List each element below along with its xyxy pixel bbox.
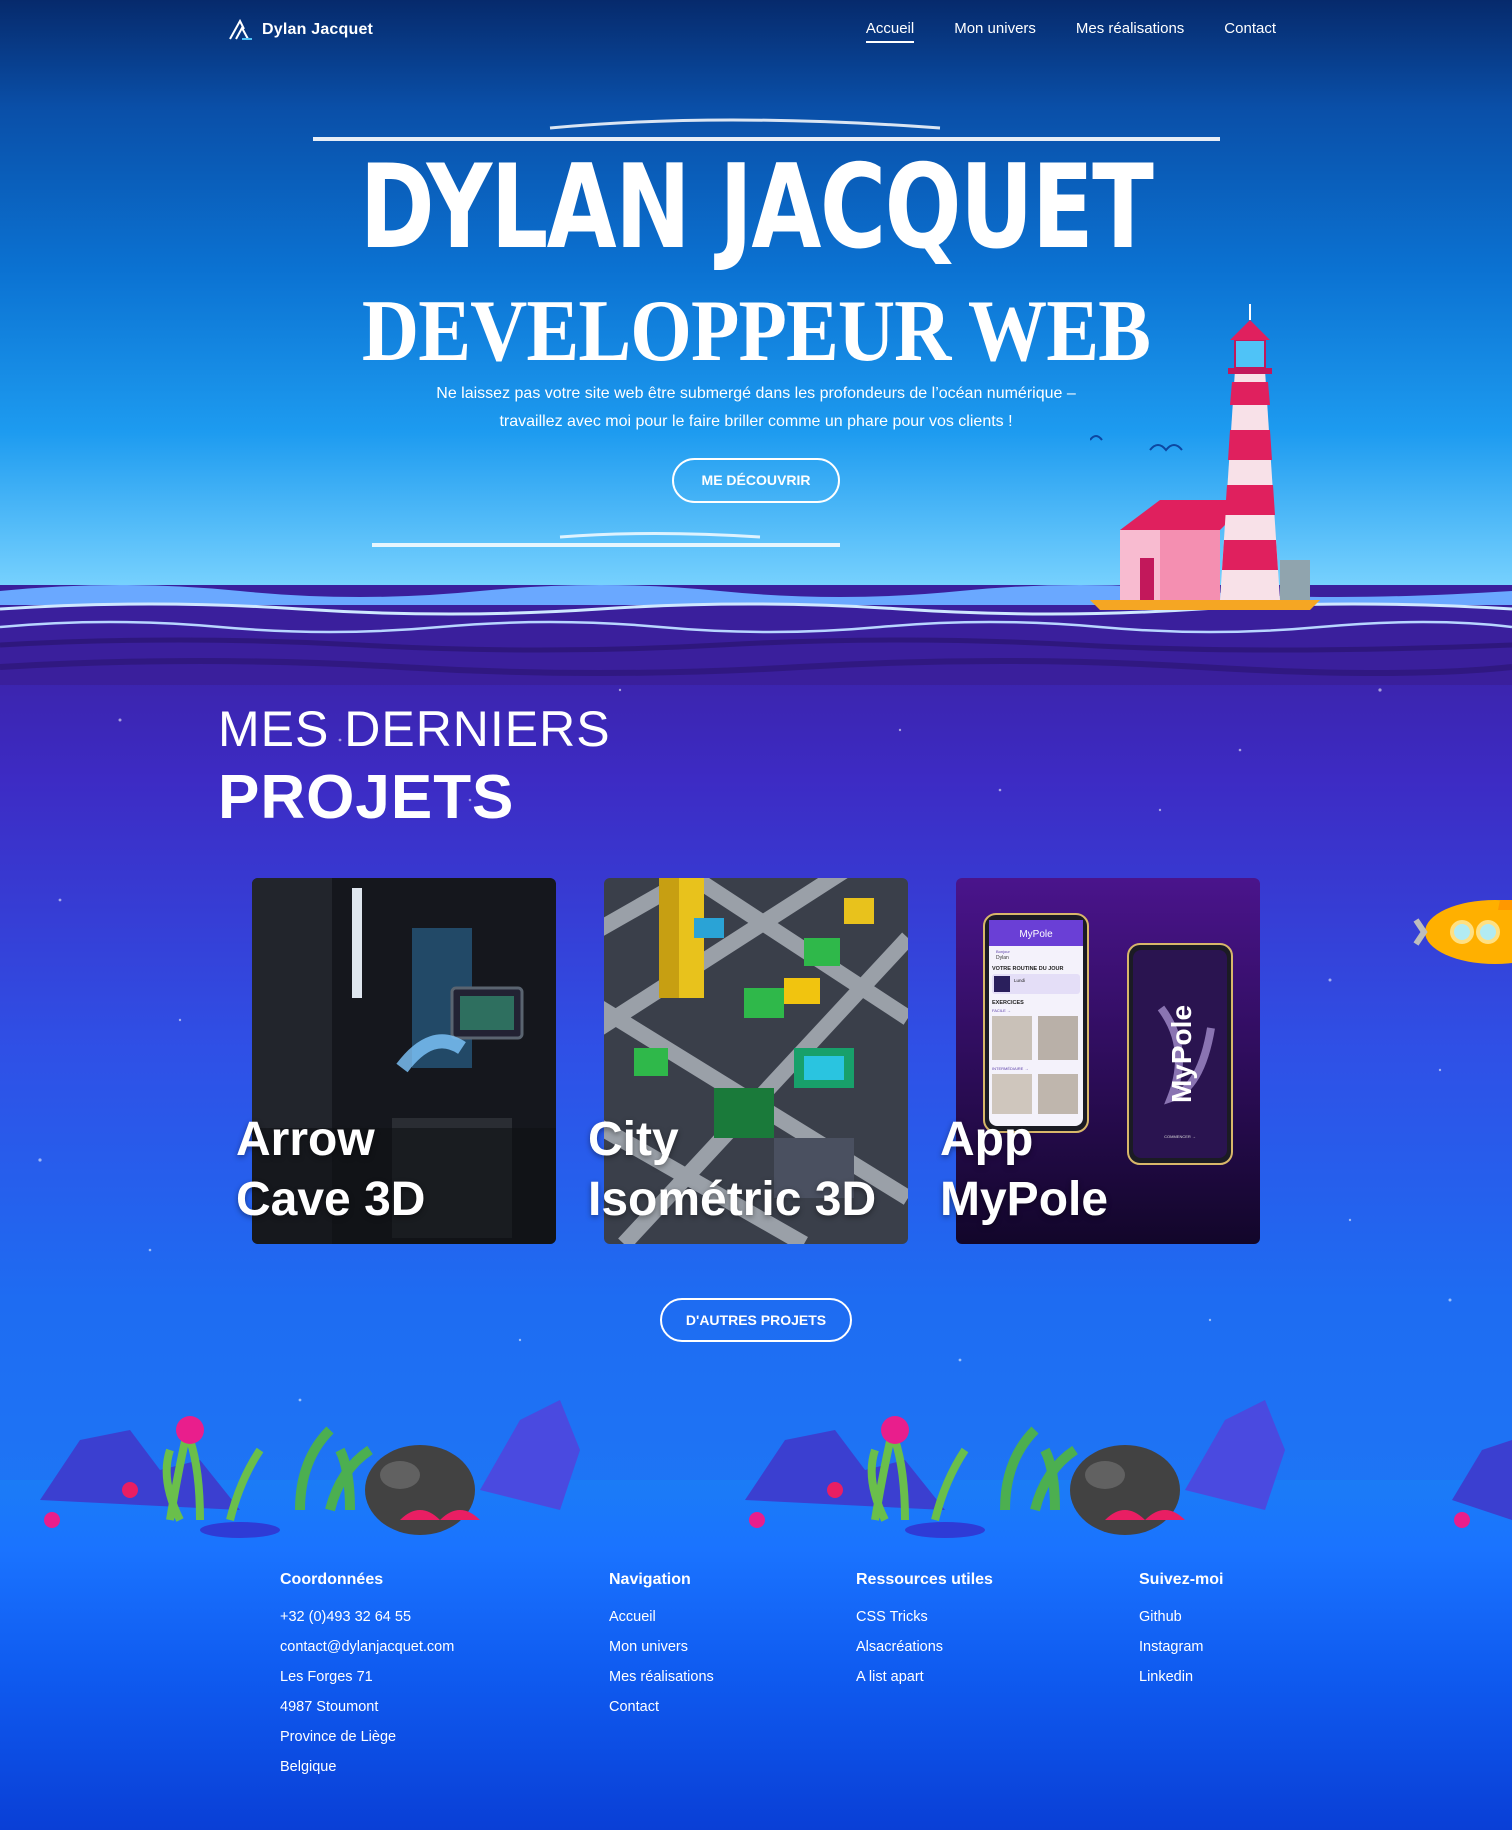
card-title: App MyPole xyxy=(940,1110,1108,1230)
footer-address-province: Province de Liège xyxy=(280,1729,397,1745)
submarine-illustration xyxy=(1413,900,1512,964)
footer-address-street: Les Forges 71 xyxy=(280,1669,373,1685)
card-title: City Isométric 3D xyxy=(588,1110,876,1230)
main-menu: Accueil Mon univers Mes réalisations Con… xyxy=(865,20,1276,43)
footer-link-mon-univers[interactable]: Mon univers xyxy=(609,1632,714,1662)
card-title-line-1: App xyxy=(940,1113,1034,1166)
card-title: Arrow Cave 3D xyxy=(236,1110,425,1230)
mockup-routine: VOTRE ROUTINE DU JOUR xyxy=(992,966,1064,972)
card-title-line-1: City xyxy=(588,1113,679,1166)
footer-link-instagram[interactable]: Instagram xyxy=(1139,1632,1223,1662)
footer-social: Suivez-moi Github Instagram Linkedin xyxy=(1139,1570,1223,1692)
hero-title: DYLAN JACQUET xyxy=(359,140,1154,275)
footer-resources-title: Ressources utiles xyxy=(856,1571,993,1588)
more-projects-button[interactable]: D'AUTRES PROJETS xyxy=(660,1298,852,1342)
discover-button[interactable]: ME DÉCOUVRIR xyxy=(672,458,840,503)
project-card-arrow-cave[interactable]: Arrow Cave 3D xyxy=(236,878,556,1244)
mockup-start: COMMENCER → xyxy=(1164,1134,1196,1139)
footer-link-github[interactable]: Github xyxy=(1139,1602,1223,1632)
footer-link-accueil[interactable]: Accueil xyxy=(609,1602,714,1632)
hero-description-line-2: travaillez avec moi pour le faire brille… xyxy=(499,413,1013,430)
nav-accueil[interactable]: Accueil xyxy=(865,20,915,43)
project-card-app-mypole[interactable]: MyPole Bonjour Dylan VOTRE ROUTINE DU JO… xyxy=(940,878,1260,1244)
footer-address-city: 4987 Stoumont xyxy=(280,1699,379,1715)
card-title-line-1: Arrow xyxy=(236,1113,375,1166)
brand-logo-icon xyxy=(229,19,252,40)
footer-link-css-tricks[interactable]: CSS Tricks xyxy=(856,1602,993,1632)
footer-email[interactable]: contact@dylanjacquet.com xyxy=(280,1632,454,1662)
nav-mon-univers[interactable]: Mon univers xyxy=(954,20,1036,43)
seabed-reef-illustration xyxy=(40,1380,1512,1540)
mockup-exercises: EXERCICES xyxy=(992,1000,1024,1006)
card-title-line-2: Isométric 3D xyxy=(588,1173,877,1226)
footer-address-country: Belgique xyxy=(280,1759,337,1775)
mockup-level-easy: FACILE → xyxy=(992,1008,1011,1013)
mockup-greeting-small: Bonjour xyxy=(996,949,1010,954)
mockup-routine-day: Lundi xyxy=(1014,978,1025,983)
mockup-app-logo: MyPole xyxy=(1166,1005,1197,1103)
footer-link-alsacreations[interactable]: Alsacréations xyxy=(856,1632,993,1662)
hero-subtitle: DEVELOPPEUR WEB xyxy=(361,283,1151,380)
footer: Coordonnées +32 (0)493 32 64 55 contact@… xyxy=(0,1560,1512,1830)
project-cards: Arrow Cave 3D City Isométric 3D MyPole B… xyxy=(236,878,1262,1244)
footer-contact-title: Coordonnées xyxy=(280,1571,384,1588)
nav-mes-realisations[interactable]: Mes réalisations xyxy=(1076,20,1184,43)
mockup-greeting-name: Dylan xyxy=(996,955,1009,961)
footer-social-title: Suivez-moi xyxy=(1139,1571,1224,1588)
footer-link-a-list-apart[interactable]: A list apart xyxy=(856,1662,993,1692)
hero-description: Ne laissez pas votre site web être subme… xyxy=(356,380,1156,436)
hero-description-line-1: Ne laissez pas votre site web être subme… xyxy=(436,385,1076,402)
footer-link-contact[interactable]: Contact xyxy=(609,1692,714,1722)
footer-link-mes-realisations[interactable]: Mes réalisations xyxy=(609,1662,714,1692)
footer-navigation: Navigation Accueil Mon univers Mes réali… xyxy=(609,1570,714,1722)
project-card-city-isometric[interactable]: City Isométric 3D xyxy=(588,878,908,1244)
footer-contact: Coordonnées +32 (0)493 32 64 55 contact@… xyxy=(280,1570,454,1782)
section-kicker: MES DERNIERS xyxy=(218,701,611,757)
page: Dylan Jacquet Accueil Mon univers Mes ré… xyxy=(0,0,1512,1830)
section-title: PROJETS xyxy=(218,763,515,832)
brand-name: Dylan Jacquet xyxy=(262,21,374,38)
mockup-app-name: MyPole xyxy=(1019,929,1053,940)
card-title-line-2: MyPole xyxy=(940,1173,1109,1226)
footer-link-linkedin[interactable]: Linkedin xyxy=(1139,1662,1223,1692)
footer-navigation-title: Navigation xyxy=(609,1571,691,1588)
footer-resources: Ressources utiles CSS Tricks Alsacréatio… xyxy=(856,1570,993,1692)
footer-phone[interactable]: +32 (0)493 32 64 55 xyxy=(280,1602,454,1632)
brand[interactable]: Dylan Jacquet xyxy=(228,19,373,41)
card-title-line-2: Cave 3D xyxy=(236,1173,426,1226)
nav-contact[interactable]: Contact xyxy=(1224,20,1276,43)
mockup-level-mid: INTERMÉDIAIRE → xyxy=(992,1066,1028,1071)
top-navigation: Dylan Jacquet Accueil Mon univers Mes ré… xyxy=(0,0,1512,64)
